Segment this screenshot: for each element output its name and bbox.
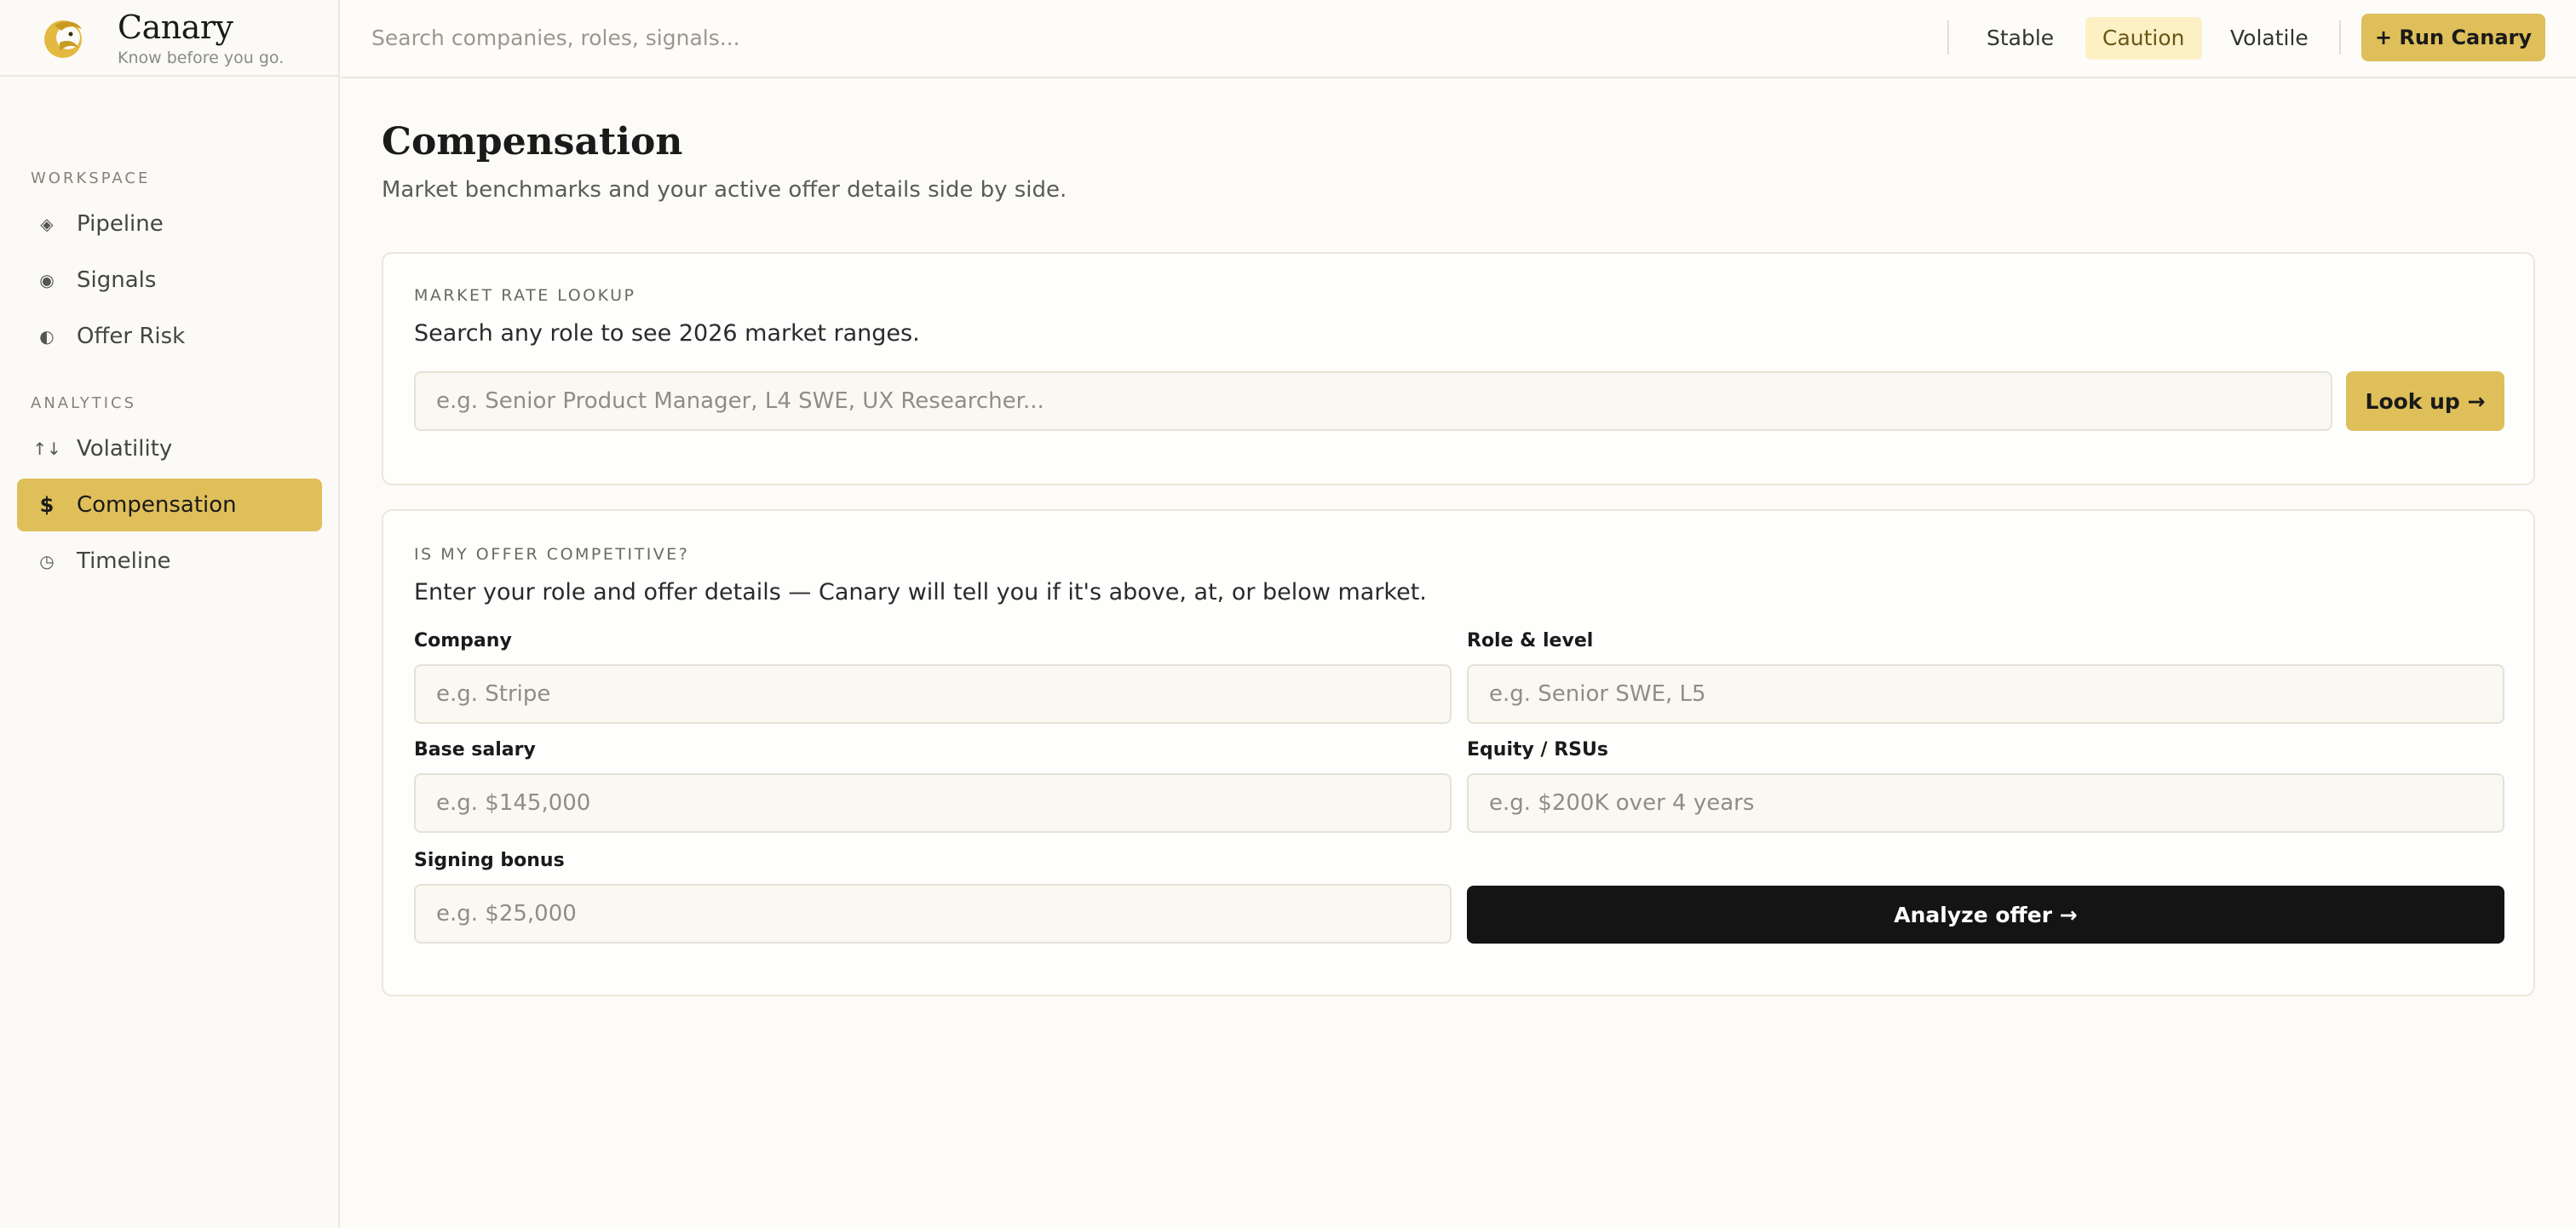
half-circle-icon: ◐ xyxy=(39,326,55,347)
page-title: Compensation xyxy=(382,120,683,164)
sidebar-item-label: Compensation xyxy=(77,492,237,518)
filter-volatile-button[interactable]: Volatile xyxy=(2213,17,2326,60)
sidebar-item-label: Offer Risk xyxy=(77,324,186,349)
dollar-icon: $ xyxy=(39,493,55,517)
nav-section-workspace: WORKSPACE xyxy=(31,169,151,187)
base-salary-label: Base salary xyxy=(414,739,536,760)
card-description: Search any role to see 2026 market range… xyxy=(414,320,920,347)
card-label: IS MY OFFER COMPETITIVE? xyxy=(414,545,690,564)
page-subtitle: Market benchmarks and your active offer … xyxy=(382,177,1067,203)
canary-logo-icon xyxy=(44,20,82,58)
sidebar-item-label: Timeline xyxy=(77,548,171,574)
filter-stable-button[interactable]: Stable xyxy=(1969,17,2071,60)
role-level-label: Role & level xyxy=(1467,630,1594,651)
sidebar-item-label: Signals xyxy=(77,267,157,293)
sidebar-item-label: Pipeline xyxy=(77,211,164,237)
card-description: Enter your role and offer details — Cana… xyxy=(414,579,1427,605)
run-canary-button[interactable]: + Run Canary xyxy=(2361,14,2545,61)
sidebar-item-compensation[interactable]: $ Compensation xyxy=(17,479,322,531)
topbar-divider xyxy=(1947,20,1949,55)
equity-input[interactable] xyxy=(1467,773,2504,833)
topbar-divider xyxy=(2339,20,2341,55)
brand: Canary Know before you go. xyxy=(0,0,338,77)
clock-icon: ◷ xyxy=(39,551,55,571)
diamond-icon: ◈ xyxy=(40,214,54,234)
filter-caution-button[interactable]: Caution xyxy=(2085,17,2202,60)
sidebar-item-timeline[interactable]: ◷ Timeline xyxy=(17,535,322,588)
arrows-up-down-icon: ↑↓ xyxy=(32,439,61,459)
sidebar-item-volatility[interactable]: ↑↓ Volatility xyxy=(17,422,322,475)
topbar: Stable Caution Volatile + Run Canary xyxy=(341,0,2576,78)
sidebar: Canary Know before you go. WORKSPACE ◈ P… xyxy=(0,0,340,1228)
market-rate-lookup-card: MARKET RATE LOOKUP Search any role to se… xyxy=(382,252,2535,485)
company-input[interactable] xyxy=(414,664,1452,724)
look-up-button[interactable]: Look up → xyxy=(2346,371,2504,431)
company-label: Company xyxy=(414,630,512,651)
brand-name: Canary xyxy=(118,9,233,46)
global-search-input[interactable] xyxy=(371,19,1649,56)
analyze-offer-button[interactable]: Analyze offer → xyxy=(1467,886,2504,944)
offer-competitive-card: IS MY OFFER COMPETITIVE? Enter your role… xyxy=(382,509,2535,996)
card-label: MARKET RATE LOOKUP xyxy=(414,286,636,305)
market-role-search-input[interactable] xyxy=(414,371,2332,431)
equity-label: Equity / RSUs xyxy=(1467,739,1608,760)
sidebar-item-signals[interactable]: ◉ Signals xyxy=(17,254,322,307)
signing-bonus-input[interactable] xyxy=(414,884,1452,944)
role-level-input[interactable] xyxy=(1467,664,2504,724)
nav-section-analytics: ANALYTICS xyxy=(31,394,137,412)
sidebar-item-pipeline[interactable]: ◈ Pipeline xyxy=(17,198,322,250)
sidebar-item-offer-risk[interactable]: ◐ Offer Risk xyxy=(17,310,322,363)
target-icon: ◉ xyxy=(39,270,55,290)
brand-tagline: Know before you go. xyxy=(118,49,285,67)
sidebar-item-label: Volatility xyxy=(77,436,173,462)
base-salary-input[interactable] xyxy=(414,773,1452,833)
signing-bonus-label: Signing bonus xyxy=(414,850,565,871)
